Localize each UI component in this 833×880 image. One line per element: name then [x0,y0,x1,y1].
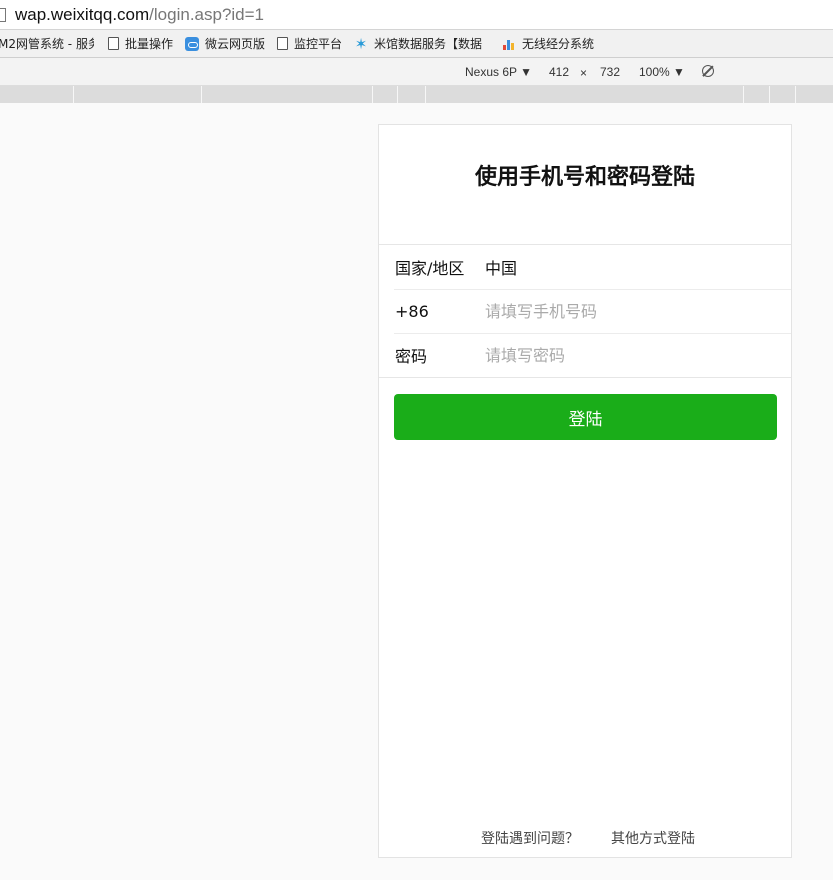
login-form: 国家/地区 中国 +86 密码 [379,244,791,378]
country-code: +86 [395,301,429,321]
page-title: 使用手机号和密码登陆 [474,164,695,190]
address-bar[interactable]: wap.weixitqq.com/login.asp?id=1 [0,0,833,30]
bookmark-label: 无线经分系统 [522,37,595,51]
ruler-divider [73,86,74,103]
device-toolbar: Nexus 6P ▼ 412 × 732 100% ▼ [0,58,833,86]
bookmark-data-service[interactable]: ✶ 米馆数据服务【数据 [354,33,490,55]
ruler-divider [769,86,770,103]
bookmark-label: 米馆数据服务【数据 [374,37,483,51]
ruler-divider [201,86,202,103]
login-button[interactable]: 登陆 [394,394,777,440]
zoom-select[interactable]: 100% ▼ [639,65,685,79]
password-label: 密码 [395,347,428,366]
region-row[interactable]: 国家/地区 中国 [379,245,791,289]
region-value[interactable]: 中国 [485,255,517,279]
bookmark-label: 监控平台 [294,37,343,51]
url-text[interactable]: wap.weixitqq.com/login.asp?id=1 [15,5,264,25]
bookmark-batch[interactable]: 批量操作 [108,33,173,55]
ruler-divider [795,86,796,103]
document-icon [277,37,289,50]
region-label: 国家/地区 [395,259,465,278]
bookmark-label: 微云网页版 [205,37,266,51]
other-login-link[interactable]: 其他方式登陆 [605,828,695,848]
url-host: wap.weixitqq.com [15,4,150,24]
password-input[interactable] [485,345,745,365]
bookmark-label: 批量操作 [125,37,174,51]
cloud-icon [185,36,200,51]
footer-links: 登陆遇到问题？ 其他方式登陆 [379,828,791,848]
viewport-height[interactable]: 732 [600,65,620,79]
ruler-divider [743,86,744,103]
phone-row: +86 [379,289,791,333]
viewport-width[interactable]: 412 [549,65,569,79]
ruler-divider [372,86,373,103]
bookmark-label: M2网管系统 - 服务 [0,37,94,51]
ruler-divider [425,86,426,103]
device-viewport: 使用手机号和密码登陆 国家/地区 中国 +86 密码 登陆 登陆遇到问题？ 其他… [378,124,792,858]
ruler-divider [397,86,398,103]
star-icon: ✶ [354,34,368,53]
bar-chart-icon [502,37,516,51]
dimension-separator: × [580,66,588,80]
device-select[interactable]: Nexus 6P ▼ [465,65,532,79]
media-query-ruler [0,86,833,103]
bookmark-m2[interactable]: M2网管系统 - 服务 [0,33,96,55]
bookmark-weiyun[interactable]: 微云网页版 [185,33,265,55]
login-help-link[interactable]: 登陆遇到问题？ [475,828,579,848]
document-icon [108,37,119,50]
url-path: /login.asp?id=1 [149,4,265,24]
rotate-icon[interactable] [702,65,714,77]
password-row: 密码 [379,333,791,377]
bookmark-wireless[interactable]: 无线经分系统 [502,33,594,55]
bookmark-monitor[interactable]: 监控平台 [277,33,342,55]
phone-input[interactable] [485,301,745,321]
page-icon [0,7,6,22]
bookmarks-bar: M2网管系统 - 服务 批量操作 微云网页版 监控平台 ✶ 米馆数据服务【数据 … [0,30,833,58]
